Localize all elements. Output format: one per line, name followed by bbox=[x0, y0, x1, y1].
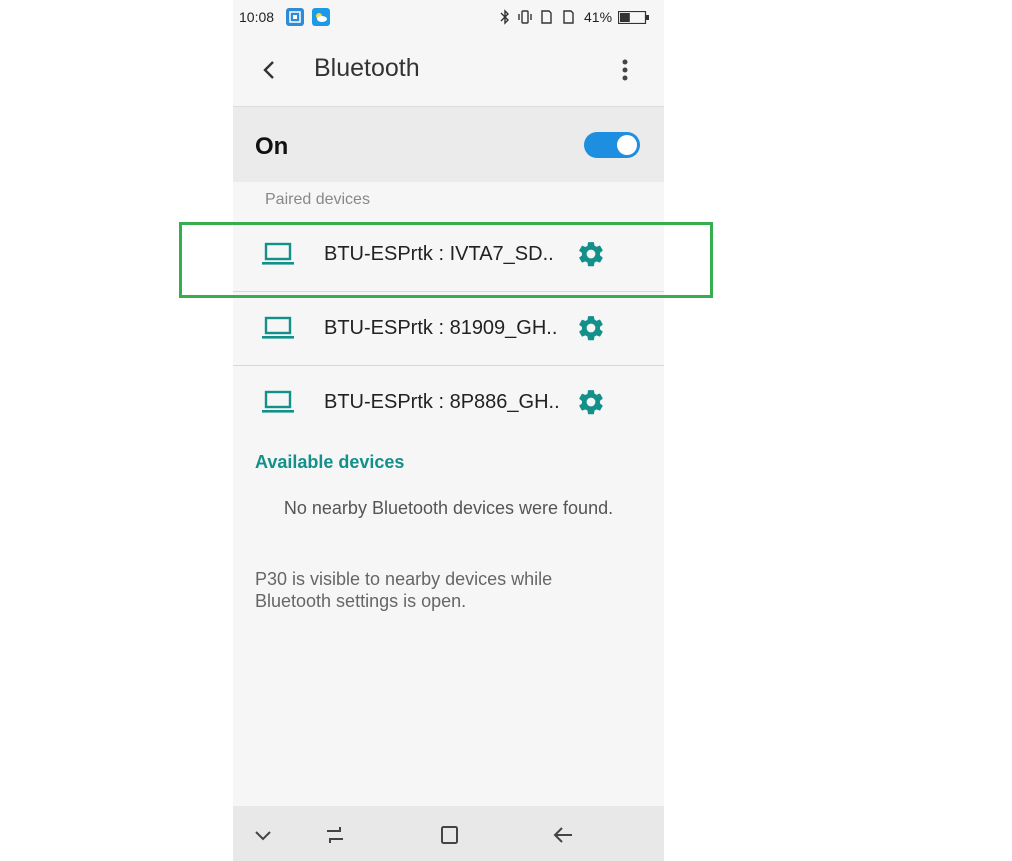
bluetooth-state-label: On bbox=[255, 133, 289, 160]
switch-knob bbox=[617, 135, 637, 155]
highlight-annotation bbox=[179, 222, 713, 298]
recent-apps-button[interactable] bbox=[322, 822, 348, 848]
hide-nav-button[interactable] bbox=[250, 822, 276, 848]
back-arrow-icon bbox=[553, 827, 572, 843]
gear-icon bbox=[579, 316, 603, 341]
battery-icon bbox=[617, 10, 650, 27]
recents-icon bbox=[327, 827, 343, 843]
home-button[interactable] bbox=[436, 822, 462, 848]
page-title: Bluetooth bbox=[314, 54, 420, 82]
battery-percent: 41% bbox=[584, 9, 613, 25]
chevron-down-icon bbox=[255, 831, 271, 841]
available-devices-header: Available devices bbox=[255, 452, 405, 472]
laptop-icon bbox=[262, 316, 294, 339]
bluetooth-toggle-row[interactable]: On bbox=[233, 107, 664, 182]
device-name: BTU-ESPrtk : 81909_GH.. bbox=[324, 317, 558, 339]
device-name: BTU-ESPrtk : 8P886_GH.. bbox=[324, 391, 560, 413]
screenshot-icon bbox=[286, 8, 304, 26]
paired-device-row[interactable]: BTU-ESPrtk : 81909_GH.. bbox=[233, 291, 664, 365]
more-vert-icon bbox=[622, 59, 628, 81]
vibrate-icon bbox=[516, 8, 534, 29]
visibility-note: P30 is visible to nearby devices while B… bbox=[255, 569, 553, 611]
weather-icon bbox=[312, 8, 330, 26]
toolbar: Bluetooth bbox=[233, 34, 664, 106]
navigation-bar bbox=[233, 806, 664, 861]
bluetooth-switch[interactable] bbox=[584, 132, 640, 158]
nav-back-button[interactable] bbox=[551, 822, 577, 848]
device-settings-button[interactable] bbox=[576, 387, 606, 417]
sim1-icon bbox=[538, 8, 554, 29]
no-devices-message: No nearby Bluetooth devices were found. bbox=[283, 498, 614, 518]
status-bar: 10:08 41% bbox=[233, 0, 664, 34]
bluetooth-status-icon bbox=[498, 8, 512, 29]
sim2-icon bbox=[560, 8, 576, 29]
paired-device-row[interactable]: BTU-ESPrtk : 8P886_GH.. bbox=[233, 365, 664, 439]
status-icons: 41% bbox=[498, 8, 658, 26]
gear-icon bbox=[579, 390, 603, 415]
laptop-icon bbox=[262, 390, 294, 413]
home-square-icon bbox=[441, 826, 458, 844]
overflow-menu-button[interactable] bbox=[613, 54, 637, 86]
status-time: 10:08 bbox=[239, 9, 275, 25]
back-button[interactable] bbox=[253, 54, 285, 86]
paired-devices-header: Paired devices bbox=[265, 191, 370, 208]
chevron-left-icon bbox=[263, 61, 274, 79]
device-settings-button[interactable] bbox=[576, 313, 606, 343]
phone-screen: 10:08 41% Bluetooth On Paired devices BT… bbox=[233, 0, 664, 861]
